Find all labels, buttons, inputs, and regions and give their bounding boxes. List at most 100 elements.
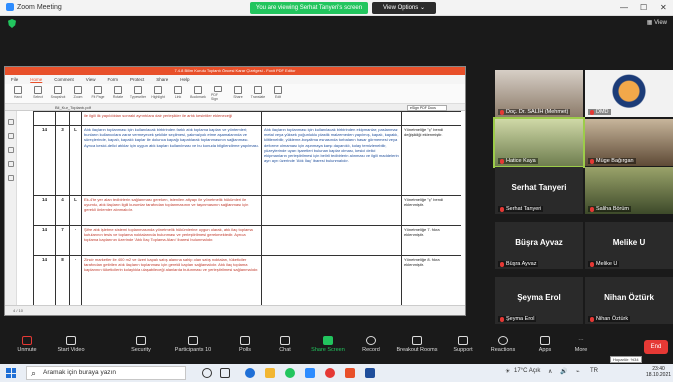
- participant-tile-active[interactable]: Hatice Kaya: [493, 117, 585, 168]
- task-view-icon[interactable]: [220, 368, 230, 378]
- participant-tile[interactable]: Nihan Öztürk Nihan Öztürk: [585, 277, 673, 324]
- share-icon: [234, 86, 242, 94]
- participants-button[interactable]: Participants 10: [168, 336, 218, 353]
- muted-mic-icon: [500, 261, 504, 267]
- muted-mic-icon: [500, 109, 504, 115]
- weather-text[interactable]: 17°C Açık: [514, 368, 540, 374]
- tool-translate[interactable]: Translate: [251, 86, 265, 101]
- foxit-icon[interactable]: [345, 368, 355, 378]
- unmute-button[interactable]: Unmute: [2, 336, 52, 353]
- table-cell: 14: [33, 225, 56, 256]
- record-button[interactable]: Record: [346, 336, 396, 353]
- muted-mic-icon: [590, 109, 594, 115]
- edit-icon: [274, 86, 282, 94]
- table-cell: 7: [55, 225, 70, 256]
- weather-icon: ☀: [505, 369, 511, 375]
- tool-bookmark[interactable]: Bookmark: [190, 86, 206, 101]
- people-icon: [188, 336, 198, 345]
- tool-hand[interactable]: Hand: [11, 86, 25, 101]
- decision-table: ile ilgili ilk yapıldıktan sonraki ayrın…: [33, 111, 461, 306]
- tool-pdf-sign[interactable]: PDF Sign: [211, 86, 225, 101]
- speaker-icon[interactable]: 🔊: [560, 368, 567, 375]
- table-cell-text: Atık ilaçların toplanması için kullanıla…: [261, 125, 402, 196]
- video-off-icon: [66, 336, 76, 345]
- cortana-icon[interactable]: [202, 368, 212, 378]
- fit-page-icon: [94, 86, 102, 94]
- tool-zoom[interactable]: Zoom: [71, 86, 85, 101]
- pdf-side-panel: [5, 111, 17, 307]
- network-icon[interactable]: ⌁: [576, 368, 580, 375]
- word-icon[interactable]: [365, 368, 375, 378]
- muted-mic-icon: [500, 316, 504, 322]
- menu-comment[interactable]: Comment: [54, 75, 74, 84]
- participant-tile[interactable]: Doç. Dr. SALİH (Mehmet): [495, 70, 583, 117]
- layers-panel-icon[interactable]: [7, 175, 14, 181]
- pdf-menu-bar: File Home Comment View Form Protect Shar…: [5, 75, 465, 84]
- tool-edit[interactable]: Edit: [271, 86, 285, 101]
- view-options-button[interactable]: View Options ⌄: [372, 2, 436, 14]
- shared-screen-pdf-window[interactable]: 7.4.8 Bilim Kurulu Toplantı Öncesi Karar…: [4, 66, 466, 316]
- menu-share[interactable]: Share: [156, 75, 168, 84]
- minimize-button[interactable]: —: [620, 3, 628, 12]
- start-video-button[interactable]: Start Video: [46, 336, 96, 353]
- comment-panel-icon[interactable]: [7, 147, 14, 153]
- tool-link[interactable]: Link: [171, 86, 185, 101]
- show-hidden-icons[interactable]: ∧: [548, 368, 552, 375]
- tool-snapshot[interactable]: Snapshot: [51, 86, 65, 101]
- taskbar-clock[interactable]: 23:40 18.10.2021: [646, 366, 671, 378]
- maximize-button[interactable]: ☐: [640, 3, 647, 12]
- shield-icon: [136, 336, 146, 345]
- table-cell: 14: [33, 195, 56, 226]
- participant-tile[interactable]: Müge Bağırgan: [585, 119, 673, 166]
- tool-fit-page[interactable]: Fit Page: [91, 86, 105, 101]
- language-icon[interactable]: TR: [590, 368, 598, 374]
- bookmark-panel-icon[interactable]: [7, 119, 14, 125]
- table-cell-text: [261, 195, 402, 226]
- participant-tile[interactable]: Serhat Tanyeri Serhat Tanyeri: [495, 167, 583, 214]
- menu-file[interactable]: File: [11, 75, 18, 84]
- breakout-rooms-button[interactable]: Breakout Rooms: [392, 336, 442, 353]
- participant-tile[interactable]: Büşra Ayvaz Büşra Ayvaz: [495, 222, 583, 269]
- pdf-status-bar: 4 / 10: [5, 305, 465, 315]
- table-cell-decision: Yönetmeliğe "ç" bendi değişikliği eklenm…: [401, 125, 461, 196]
- tool-rotate[interactable]: Rotate: [111, 86, 125, 101]
- pdf-document-tab[interactable]: Bil_Kur_Toplantı.pdf: [5, 104, 465, 111]
- participant-tile[interactable]: DMD: [585, 70, 673, 117]
- chrome-icon[interactable]: [285, 368, 295, 378]
- zoom-icon: [74, 86, 82, 94]
- menu-help[interactable]: Help: [180, 75, 189, 84]
- menu-form[interactable]: Form: [107, 75, 118, 84]
- participant-tile[interactable]: Melike U Melike U: [585, 222, 673, 269]
- tool-highlight[interactable]: Highlight: [151, 86, 165, 101]
- thumbnail-panel-icon[interactable]: [7, 133, 14, 139]
- windows-start-icon[interactable]: [6, 368, 16, 378]
- close-button[interactable]: ✕: [660, 3, 667, 12]
- chrome-red-icon[interactable]: [325, 368, 335, 378]
- participant-tile[interactable]: Şeyma Erol Şeyma Erol: [495, 277, 583, 324]
- menu-protect[interactable]: Protect: [130, 75, 144, 84]
- zoom-taskbar-icon[interactable]: [305, 368, 315, 378]
- taskbar-search-input[interactable]: Aramak için buraya yazın: [26, 366, 186, 380]
- typewriter-icon: [134, 86, 142, 94]
- apps-icon: [540, 336, 550, 345]
- file-explorer-icon[interactable]: [265, 368, 275, 378]
- participants-count: 10: [205, 347, 212, 353]
- pdf-title-bar: 7.4.8 Bilim Kurulu Toplantı Öncesi Karar…: [5, 67, 465, 75]
- more-button[interactable]: ··· More: [556, 336, 606, 353]
- tool-share[interactable]: Share: [231, 86, 245, 101]
- attachment-panel-icon[interactable]: [7, 161, 14, 167]
- reactions-icon: [498, 336, 508, 345]
- menu-view[interactable]: View: [86, 75, 96, 84]
- table-cell: 14: [33, 125, 56, 196]
- record-icon: [366, 336, 376, 345]
- end-meeting-button[interactable]: End: [644, 340, 668, 354]
- tool-typewriter[interactable]: Typewriter: [130, 86, 146, 101]
- security-button[interactable]: Security: [116, 336, 166, 353]
- edge-icon[interactable]: [245, 368, 255, 378]
- menu-home[interactable]: Home: [30, 75, 42, 84]
- participant-tile[interactable]: Saliha Börüm: [585, 167, 673, 214]
- table-cell-decision: Yönetmeliğe 7. fıkra eklenmiştir.: [401, 225, 461, 256]
- view-layout-button[interactable]: ▦ View: [647, 19, 667, 26]
- cursor-icon: [34, 86, 42, 94]
- tool-select[interactable]: Select: [31, 86, 45, 101]
